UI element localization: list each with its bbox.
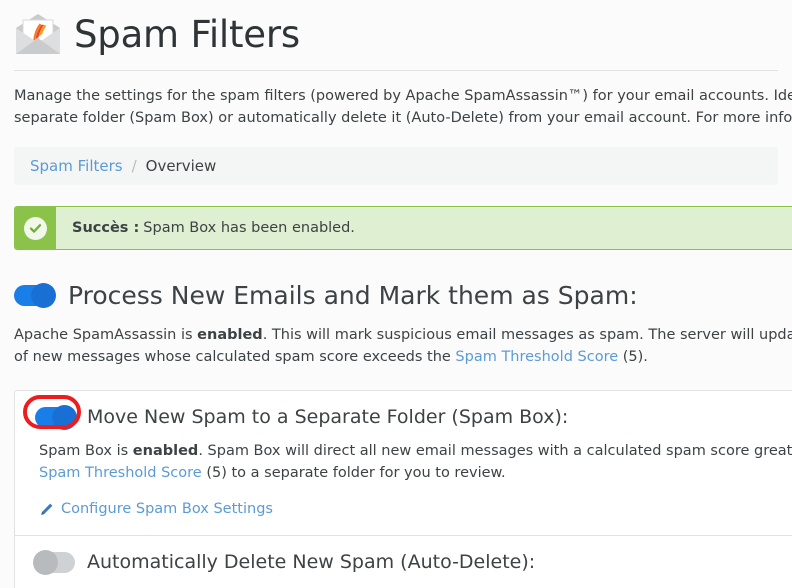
spam-envelope-apache-feather-icon <box>12 10 64 58</box>
spam-box-text-c: . Spam Box will direct all new email mes… <box>198 443 792 459</box>
spam-threshold-score-link[interactable]: Spam Threshold Score <box>39 465 202 481</box>
page-header: Spam Filters <box>0 0 792 62</box>
auto-delete-section: Automatically Delete New Spam (Auto-Dele… <box>15 535 792 588</box>
success-alert: Succès : Spam Box has been enabled. <box>14 206 792 250</box>
description-line-1: Manage the settings for the spam filters… <box>14 88 792 104</box>
spam-threshold-score-link[interactable]: Spam Threshold Score <box>455 349 618 365</box>
auto-delete-heading: Automatically Delete New Spam (Auto-Dele… <box>87 551 536 573</box>
spam-box-toggle-wrapper <box>23 395 81 430</box>
configure-spam-box-row: Configure Spam Box Settings <box>39 501 792 517</box>
process-description-line-1: Apache SpamAssassin is enabled. This wil… <box>14 324 792 346</box>
process-new-emails-heading: Process New Emails and Mark them as Spam… <box>68 281 638 310</box>
process-text-e: (5). <box>618 349 648 365</box>
check-circle-icon <box>24 216 47 240</box>
breadcrumb: Spam Filters / Overview <box>14 147 778 185</box>
description-line-2: separate folder (Spam Box) or automatica… <box>14 110 792 126</box>
spam-box-description-line-1: Spam Box is enabled. Spam Box will direc… <box>39 440 792 462</box>
spam-box-text-bold: enabled <box>132 443 199 459</box>
process-toggle-row: Process New Emails and Mark them as Spam… <box>14 283 792 308</box>
toggle-knob <box>52 405 77 430</box>
auto-delete-toggle-row: Automatically Delete New Spam (Auto-Dele… <box>33 550 792 575</box>
spam-box-text-a: Spam Box is <box>39 443 133 459</box>
page-title: Spam Filters <box>74 12 300 56</box>
process-text-c: . This will mark suspicious email messag… <box>262 327 792 343</box>
pencil-icon <box>39 502 54 517</box>
alert-icon-container <box>15 207 56 249</box>
page-description: Manage the settings for the spam filters… <box>0 71 792 129</box>
process-description: Apache SpamAssassin is enabled. This wil… <box>14 324 792 368</box>
spam-box-toggle-row: Move New Spam to a Separate Folder (Spam… <box>23 395 792 430</box>
spam-box-heading: Move New Spam to a Separate Folder (Spam… <box>87 406 569 428</box>
breadcrumb-item-overview: Overview <box>145 157 217 175</box>
spam-box-toggle[interactable] <box>35 405 77 430</box>
process-text-bold: enabled <box>197 327 263 343</box>
spam-box-description: Spam Box is enabled. Spam Box will direc… <box>39 440 792 484</box>
breadcrumb-item-spam-filters[interactable]: Spam Filters <box>30 157 123 175</box>
process-description-line-2: of new messages whose calculated spam sc… <box>14 346 792 368</box>
toggle-knob <box>33 550 58 575</box>
alert-message: Spam Box has been enabled. <box>143 220 355 236</box>
spam-options-panel: Move New Spam to a Separate Folder (Spam… <box>14 390 792 588</box>
alert-label: Succès : <box>72 220 140 236</box>
process-new-emails-toggle[interactable] <box>14 283 56 308</box>
process-text-a: Apache SpamAssassin is <box>14 327 198 343</box>
auto-delete-toggle[interactable] <box>33 550 75 575</box>
spam-filters-page: Spam Filters Manage the settings for the… <box>0 0 792 588</box>
breadcrumb-separator: / <box>131 157 137 175</box>
spam-box-section: Move New Spam to a Separate Folder (Spam… <box>15 391 792 535</box>
spam-box-text-d: (5) to a separate folder for you to revi… <box>201 465 506 481</box>
process-new-emails-section: Process New Emails and Mark them as Spam… <box>14 283 792 368</box>
configure-spam-box-settings-link[interactable]: Configure Spam Box Settings <box>61 501 273 517</box>
alert-body: Succès : Spam Box has been enabled. <box>56 207 355 249</box>
toggle-knob <box>31 283 56 308</box>
process-text-d: of new messages whose calculated spam sc… <box>14 349 456 365</box>
spam-box-description-line-2: Spam Threshold Score (5) to a separate f… <box>39 462 792 484</box>
